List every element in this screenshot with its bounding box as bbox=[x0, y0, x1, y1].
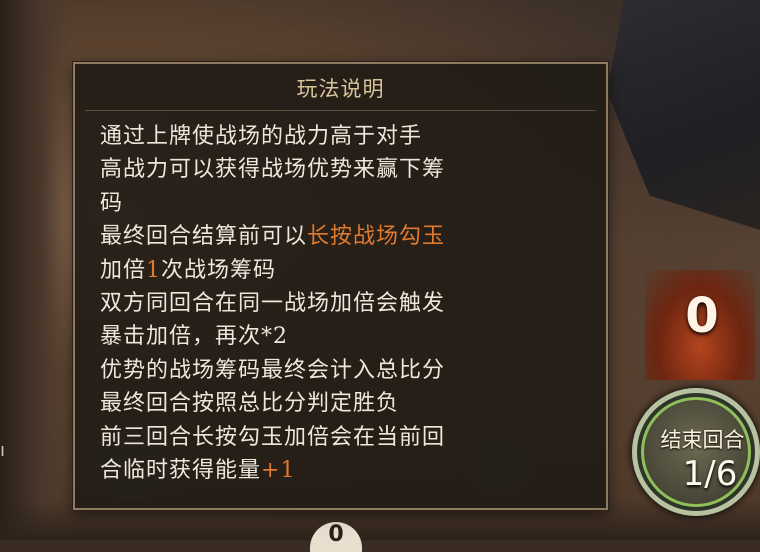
rule-line: 前三回合长按勾玉加倍会在当前回 bbox=[100, 421, 590, 454]
rule-text: 双方同回合在同一战场加倍会触发 bbox=[100, 291, 446, 317]
rule-text: 暴击加倍，再次*2 bbox=[100, 324, 288, 350]
rule-text: 通过上牌使战场的战力高于对手 bbox=[100, 124, 423, 149]
rule-text: 高战力可以获得战场优势来赢下筹 bbox=[100, 157, 446, 183]
rule-line: 最终回合结算前可以长按战场勾玉 bbox=[100, 220, 590, 253]
rule-line: 双方同回合在同一战场加倍会触发 bbox=[100, 287, 590, 320]
rule-text: 合临时获得能量 bbox=[100, 458, 262, 484]
rule-highlight: 1 bbox=[146, 257, 162, 283]
rule-text: 最终回合结算前可以 bbox=[100, 224, 308, 250]
rule-text: 码 bbox=[100, 190, 124, 216]
rules-panel: 玩法说明 通过上牌使战场的战力高于对手 高战力可以获得战场优势来赢下筹 码 最终… bbox=[73, 62, 608, 510]
rule-text: 次战场筹码 bbox=[161, 257, 277, 283]
rule-line: 暴击加倍，再次*2 bbox=[100, 320, 590, 353]
rule-line: 加倍1次战场筹码 bbox=[100, 254, 590, 287]
rule-line: 高战力可以获得战场优势来赢下筹 bbox=[100, 153, 590, 186]
rule-line: 通过上牌使战场的战力高于对手 bbox=[100, 120, 590, 153]
rules-text: 通过上牌使战场的战力高于对手 高战力可以获得战场优势来赢下筹 码 最终回合结算前… bbox=[100, 120, 590, 487]
panel-divider bbox=[85, 110, 596, 111]
rule-text: 优势的战场筹码最终会计入总比分 bbox=[100, 357, 446, 383]
rule-text: 最终回合按照总比分判定胜负 bbox=[100, 391, 400, 417]
round-counter: 1/6 bbox=[682, 454, 738, 494]
rule-highlight: +1 bbox=[261, 458, 296, 484]
rule-line: 优势的战场筹码最终会计入总比分 bbox=[100, 354, 590, 387]
score-value: 0 bbox=[685, 288, 719, 344]
rule-highlight: 长按战场勾玉 bbox=[307, 224, 446, 250]
side-marker: ı bbox=[0, 440, 6, 461]
rule-line: 最终回合按照总比分判定胜负 bbox=[100, 387, 590, 420]
rule-text: 前三回合长按勾玉加倍会在当前回 bbox=[100, 424, 446, 450]
rule-line: 合临时获得能量+1 bbox=[100, 454, 590, 487]
panel-title: 玩法说明 bbox=[296, 77, 385, 101]
left-wall-decoration bbox=[0, 0, 70, 540]
rule-text: 加倍 bbox=[100, 257, 147, 283]
end-round-label: 结束回合 bbox=[660, 428, 745, 452]
rule-line: 码 bbox=[100, 187, 590, 220]
